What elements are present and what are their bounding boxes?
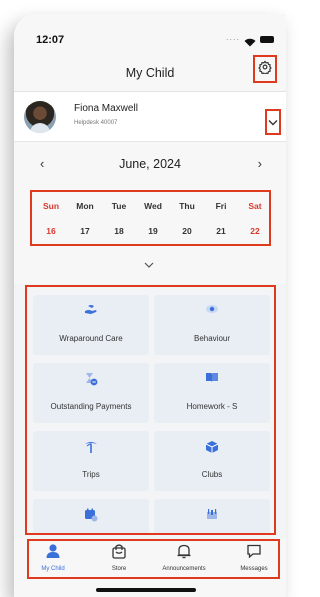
week-calendar: ‹ June, 2024 › Sun Mon Tue Wed Thu Fri S… [14, 142, 286, 284]
weekday-fri: Fri [215, 201, 227, 211]
week-strip: Sun Mon Tue Wed Thu Fri Sat 16 17 18 19 … [30, 190, 271, 246]
weekday-thu: Thu [179, 201, 195, 211]
page-title: My Child [125, 66, 175, 80]
tab-announcements[interactable]: Announcements [154, 543, 214, 572]
eye-icon [154, 304, 270, 314]
weekday-sun: Sun [42, 201, 60, 211]
book-icon [154, 372, 270, 383]
gear-icon [258, 60, 272, 79]
date-tue[interactable]: 18 [104, 226, 134, 236]
person-icon [45, 544, 61, 563]
tab-label: Messages [240, 566, 268, 572]
chat-bubble-icon [246, 544, 262, 563]
tile-label: Clubs [201, 470, 223, 479]
weekday-sat: Sat [248, 201, 262, 211]
tile-clubs[interactable]: Clubs [154, 431, 270, 491]
date-sat[interactable]: 22 [240, 226, 270, 236]
tile-label: Homework - S [186, 402, 238, 411]
tile-label: Behaviour [193, 334, 231, 343]
signal-dots: .... [225, 32, 240, 42]
avatar [24, 101, 56, 133]
status-time: 12:07 [36, 34, 65, 46]
wifi-icon [244, 34, 256, 52]
app-header: My Child [14, 54, 286, 92]
tab-bar-highlight: My Child Store Announcements Messages [27, 539, 280, 579]
tile-dining[interactable] [154, 499, 270, 533]
weekday-tue: Tue [111, 201, 127, 211]
date-sun[interactable]: 16 [36, 226, 66, 236]
switch-child-button[interactable] [265, 109, 281, 135]
tile-calendar[interactable] [33, 499, 149, 533]
status-bar: 12:07 .... [14, 14, 286, 54]
care-hand-icon [33, 304, 149, 316]
phone-screen: 12:07 .... My Child Fiona Maxwell Helpde… [14, 14, 286, 597]
bottom-tab-bar: My Child Store Announcements Messages [14, 539, 286, 597]
month-navigator: ‹ June, 2024 › [14, 156, 286, 176]
shopping-bag-icon [111, 544, 127, 563]
tile-outstanding-payments[interactable]: Outstanding Payments [33, 363, 149, 423]
cube-icon [154, 440, 270, 454]
palm-tree-icon [33, 440, 149, 454]
tile-trips[interactable]: Trips [33, 431, 149, 491]
battery-icon [260, 36, 274, 43]
date-thu[interactable]: 20 [172, 226, 202, 236]
home-indicator [96, 588, 196, 592]
tile-wraparound-care[interactable]: Wraparound Care [33, 295, 149, 355]
tile-homework[interactable]: Homework - S [154, 363, 270, 423]
hourglass-icon [33, 372, 149, 386]
tile-label: Outstanding Payments [50, 402, 132, 411]
tab-label: Announcements [162, 566, 206, 572]
date-mon[interactable]: 17 [70, 226, 100, 236]
tile-behaviour[interactable]: Behaviour [154, 295, 270, 355]
bell-icon [176, 544, 192, 563]
expand-calendar-icon[interactable] [144, 255, 154, 273]
weekday-mon: Mon [76, 201, 94, 211]
tab-my-child[interactable]: My Child [23, 543, 83, 572]
dining-icon [154, 508, 270, 520]
child-profile-row[interactable]: Fiona Maxwell Helpdesk 40007 [14, 92, 286, 142]
month-label: June, 2024 [119, 157, 181, 171]
tab-label: My Child [41, 566, 65, 572]
tile-label: Wraparound Care [59, 334, 123, 343]
date-fri[interactable]: 21 [206, 226, 236, 236]
settings-button[interactable] [253, 55, 277, 83]
tab-store[interactable]: Store [89, 543, 149, 572]
feature-grid: Wraparound Care Behaviour Outstanding Pa… [25, 285, 276, 535]
tile-label: Trips [82, 470, 100, 479]
child-name: Fiona Maxwell [74, 103, 138, 114]
next-week-button[interactable]: › [258, 156, 262, 171]
tab-messages[interactable]: Messages [224, 543, 284, 572]
calendar-clock-icon [33, 508, 149, 522]
date-wed[interactable]: 19 [138, 226, 168, 236]
weekday-wed: Wed [144, 201, 162, 211]
child-subtitle: Helpdesk 40007 [74, 120, 118, 126]
chevron-down-icon [268, 113, 278, 131]
tab-label: Store [111, 566, 127, 572]
